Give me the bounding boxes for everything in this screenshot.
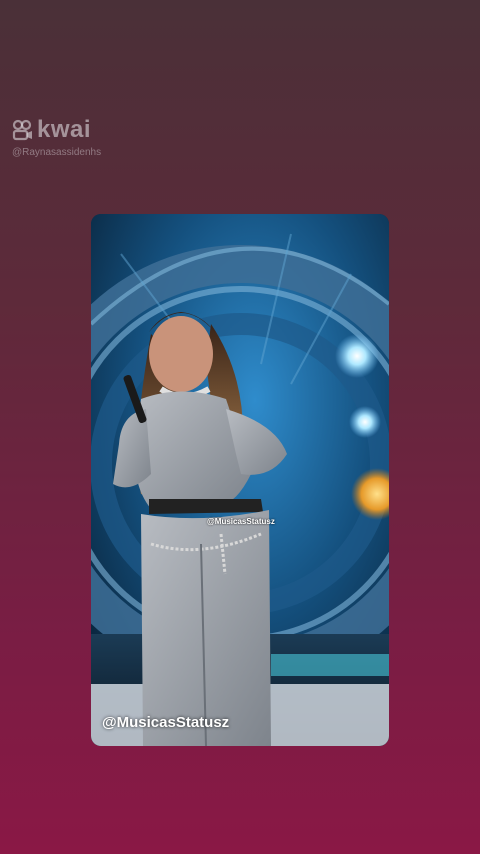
kwai-watermark: kwai xyxy=(12,116,91,144)
video-watermark-bottom: @MusicasStatusz xyxy=(102,714,230,731)
kwai-logo-icon xyxy=(12,119,32,141)
kwai-brand-text: kwai xyxy=(37,116,92,143)
kwai-handle-text: @Raynasassidenhs xyxy=(12,147,102,158)
video-player[interactable]: @MusicasStatusz @MusicasStatusz xyxy=(91,214,389,746)
status-viewer: kwai @Raynasassidenhs @MusicasStatusz @M… xyxy=(0,0,480,854)
video-frame xyxy=(91,214,389,746)
video-watermark-center: @MusicasStatusz xyxy=(207,517,275,526)
